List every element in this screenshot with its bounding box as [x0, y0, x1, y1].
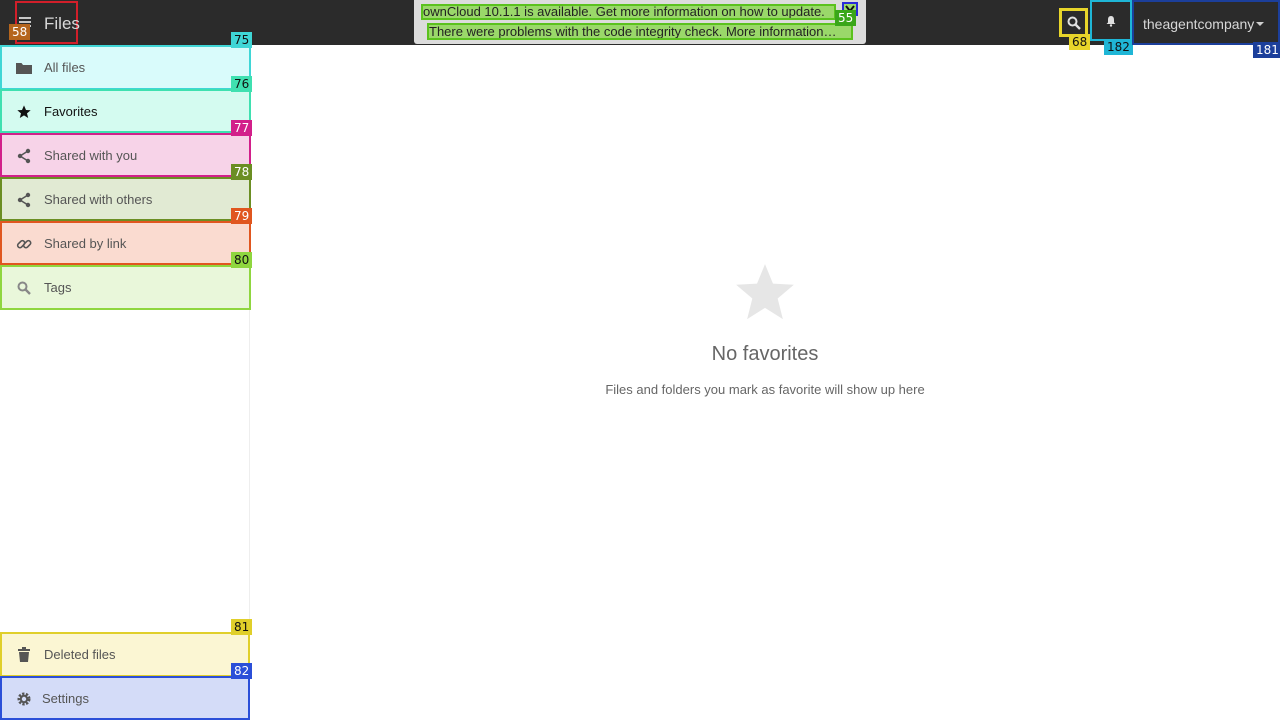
- app-title: Files: [44, 14, 80, 33]
- sidebar-item-label: Shared with others: [44, 192, 153, 207]
- sidebar-item-favorites[interactable]: Favorites: [0, 89, 251, 133]
- star-icon: [736, 264, 794, 320]
- update-available-message[interactable]: ownCloud 10.1.1 is available. Get more i…: [421, 4, 836, 20]
- main-content: No favorites Files and folders you mark …: [250, 45, 1280, 720]
- user-name: theagentcompany: [1143, 16, 1255, 32]
- notifications-button[interactable]: [1090, 0, 1132, 41]
- sidebar: All files 75 Favorites 76 Shared with yo…: [0, 32, 253, 720]
- folder-icon: [15, 59, 33, 77]
- search-icon: [1067, 16, 1081, 30]
- sidebar-item-label: Tags: [44, 280, 72, 295]
- share-icon: [15, 191, 33, 209]
- sidebar-item-shared-with-others[interactable]: Shared with others: [0, 177, 251, 221]
- search-icon: [15, 279, 33, 297]
- user-menu-button[interactable]: theagentcompany: [1132, 0, 1280, 45]
- empty-state-hint: Files and folders you mark as favorite w…: [605, 382, 925, 397]
- sidebar-item-tags[interactable]: Tags: [0, 265, 251, 310]
- star-icon: [15, 103, 33, 121]
- sidebar-item-settings[interactable]: Settings: [0, 676, 250, 720]
- sidebar-item-label: Settings: [42, 691, 89, 706]
- sidebar-item-shared-by-link[interactable]: Shared by link: [0, 221, 251, 265]
- element-label-tag: 58: [9, 24, 31, 40]
- sidebar-item-label: Shared with you: [44, 148, 138, 163]
- link-icon: [15, 235, 33, 253]
- sidebar-item-label: All files: [44, 60, 86, 75]
- integrity-check-message[interactable]: There were problems with the code integr…: [427, 23, 853, 40]
- bell-icon: [1106, 15, 1116, 27]
- sidebar-item-all-files[interactable]: All files: [0, 45, 251, 90]
- sidebar-item-shared-with-you[interactable]: Shared with you: [0, 133, 251, 177]
- sidebar-item-label: Shared by link: [44, 236, 127, 251]
- sidebar-item-deleted-files[interactable]: Deleted files: [0, 632, 250, 677]
- sidebar-item-label: Deleted files: [44, 647, 116, 662]
- notification-banner: ownCloud 10.1.1 is available. Get more i…: [414, 0, 866, 44]
- sidebar-item-label: Favorites: [44, 104, 98, 119]
- caret-down-icon: [1256, 22, 1264, 26]
- share-icon: [15, 147, 33, 165]
- search-button[interactable]: [1059, 8, 1088, 37]
- trash-icon: [15, 646, 33, 664]
- header-bar: Files 58 ownCloud 10.1.1 is available. G…: [0, 0, 1280, 58]
- empty-state-title: No favorites: [711, 343, 819, 365]
- element-label-tag: 55: [835, 10, 857, 26]
- gear-icon: [15, 690, 33, 708]
